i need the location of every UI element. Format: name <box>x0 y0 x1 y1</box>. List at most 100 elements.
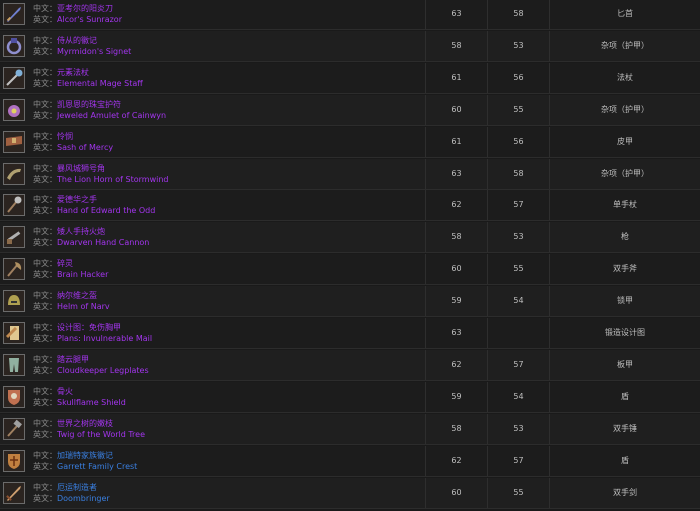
item-name-chinese-link[interactable]: 矮人手持火炮 <box>57 227 105 236</box>
item-cell: 中文：爱德华之手 英文：Hand of Edward the Odd <box>0 190 426 221</box>
english-label: 英文： <box>33 238 57 248</box>
hammer-icon[interactable] <box>3 417 25 440</box>
item-type: 杂项（护甲） <box>601 104 649 114</box>
item-type: 杂项（护甲） <box>601 40 649 50</box>
item-name-chinese-link[interactable]: 爱德华之手 <box>57 195 97 204</box>
item-name-chinese-link[interactable]: 凯恩恩的珠宝护符 <box>57 100 121 109</box>
item-name-chinese-link[interactable]: 踏云腿甲 <box>57 355 89 364</box>
required-level <box>488 318 550 348</box>
item-name-english-link[interactable]: Twig of the World Tree <box>57 430 145 439</box>
item-row[interactable]: 中文：纳尔维之盔 英文：Helm of Narv 59 54 锁甲 <box>0 286 700 318</box>
chinese-label: 中文： <box>33 195 57 205</box>
item-names: 中文：厄运制造者 英文：Doombringer <box>33 482 110 504</box>
sword-icon[interactable] <box>3 481 25 504</box>
item-name-english-link[interactable]: Myrmidon's Signet <box>57 47 131 56</box>
skull-shield-icon[interactable] <box>3 385 25 408</box>
chinese-label: 中文： <box>33 450 57 460</box>
item-row[interactable]: 中文：矮人手持火炮 英文：Dwarven Hand Cannon 58 53 枪 <box>0 222 700 254</box>
item-name-chinese-link[interactable]: 加瑞特家族徽记 <box>57 451 113 460</box>
item-name-english-link[interactable]: Doombringer <box>57 494 110 503</box>
helm-icon[interactable] <box>3 290 25 313</box>
item-name-chinese-link[interactable]: 侍从的徽记 <box>57 36 97 45</box>
axe-icon[interactable] <box>3 258 25 281</box>
required-level: 58 <box>488 0 550 29</box>
item-type: 盾 <box>621 455 629 465</box>
item-row[interactable]: 中文：怜悯 英文：Sash of Mercy 61 56 皮甲 <box>0 126 700 158</box>
item-type: 板甲 <box>617 359 633 369</box>
item-row[interactable]: 中文：暴风城狮号角 英文：The Lion Horn of Stormwind 63… <box>0 158 700 190</box>
legplates-icon[interactable] <box>3 353 25 376</box>
item-level: 60 <box>426 254 488 285</box>
chinese-label: 中文： <box>33 131 57 141</box>
item-name-english-link[interactable]: Dwarven Hand Cannon <box>57 238 149 247</box>
item-name-chinese-link[interactable]: 骨火 <box>57 387 73 396</box>
item-row[interactable]: 中文：碎灵 英文：Brain Hacker 60 55 双手斧 <box>0 254 700 286</box>
item-level: 61 <box>426 62 488 93</box>
item-name-chinese-link[interactable]: 元素法杖 <box>57 68 89 77</box>
horn-icon[interactable] <box>3 162 25 185</box>
item-name-english-link[interactable]: Garrett Family Crest <box>57 462 137 471</box>
english-label: 英文： <box>33 365 57 375</box>
item-row[interactable]: 中文：骨火 英文：Skullflame Shield 59 54 盾 <box>0 381 700 413</box>
crest-shield-icon[interactable] <box>3 449 25 472</box>
required-level: 56 <box>488 62 550 93</box>
item-type: 锁甲 <box>617 296 633 306</box>
item-row[interactable]: 中文：侍从的徽记 英文：Myrmidon's Signet 58 53 杂项（护甲） <box>0 30 700 62</box>
item-row[interactable]: 中文：爱德华之手 英文：Hand of Edward the Odd 62 57 单手杖 <box>0 190 700 222</box>
item-name-chinese-link[interactable]: 厄运制造者 <box>57 483 97 492</box>
item-type: 枪 <box>621 232 629 242</box>
item-names: 中文：踏云腿甲 英文：Cloudkeeper Legplates <box>33 354 149 376</box>
item-level: 58 <box>426 222 488 253</box>
item-name-english-link[interactable]: Alcor's Sunrazor <box>57 15 122 24</box>
mace-icon[interactable] <box>3 194 25 217</box>
item-name-chinese-link[interactable]: 世界之树的嫩枝 <box>57 419 113 428</box>
chinese-label: 中文： <box>33 291 57 301</box>
item-row[interactable]: 中文：设计图：免伤胸甲 英文：Plans: Invulnerable Mail 63… <box>0 318 700 349</box>
item-cell: 中文：侍从的徽记 英文：Myrmidon's Signet <box>0 30 426 61</box>
scroll-icon[interactable] <box>3 322 25 344</box>
item-row[interactable]: 中文：踏云腿甲 英文：Cloudkeeper Legplates 62 57 板甲 <box>0 349 700 381</box>
item-row[interactable]: 中文：亚考尔的阳炎刀 英文：Alcor's Sunrazor 63 58 匕首 <box>0 0 700 30</box>
item-name-english-link[interactable]: The Lion Horn of Stormwind <box>57 175 169 184</box>
english-label: 英文： <box>33 78 57 88</box>
item-name-english-link[interactable]: Elemental Mage Staff <box>57 79 143 88</box>
dagger-icon[interactable] <box>3 3 25 25</box>
item-name-english-link[interactable]: Plans: Invulnerable Mail <box>57 334 152 343</box>
item-name-english-link[interactable]: Sash of Mercy <box>57 143 113 152</box>
item-row[interactable]: 中文：厄运制造者 英文：Doombringer 60 55 双手剑 <box>0 477 700 509</box>
item-names: 中文：爱德华之手 英文：Hand of Edward the Odd <box>33 194 155 216</box>
amulet-icon[interactable] <box>3 98 25 121</box>
item-type: 皮甲 <box>617 136 633 146</box>
item-name-chinese-link[interactable]: 亚考尔的阳炎刀 <box>57 4 113 13</box>
item-row[interactable]: 中文：元素法杖 英文：Elemental Mage Staff 61 56 法杖 <box>0 62 700 94</box>
item-name-chinese-link[interactable]: 怜悯 <box>57 132 73 141</box>
item-name-english-link[interactable]: Brain Hacker <box>57 270 108 279</box>
signet-ring-icon[interactable] <box>3 34 25 57</box>
item-cell: 中文：矮人手持火炮 英文：Dwarven Hand Cannon <box>0 222 426 253</box>
item-row[interactable]: 中文：世界之树的嫩枝 英文：Twig of the World Tree 58 53 双… <box>0 413 700 445</box>
item-name-chinese-link[interactable]: 碎灵 <box>57 259 73 268</box>
staff-icon[interactable] <box>3 66 25 89</box>
item-name-chinese-link[interactable]: 设计图：免伤胸甲 <box>57 323 121 332</box>
item-name-chinese-link[interactable]: 暴风城狮号角 <box>57 164 105 173</box>
english-label: 英文： <box>33 461 57 471</box>
item-level: 61 <box>426 126 488 157</box>
item-cell: 中文：世界之树的嫩枝 英文：Twig of the World Tree <box>0 413 426 444</box>
english-label: 英文： <box>33 15 57 24</box>
item-name-english-link[interactable]: Hand of Edward the Odd <box>57 206 155 215</box>
item-name-english-link[interactable]: Skullflame Shield <box>57 398 126 407</box>
item-names: 中文：骨火 英文：Skullflame Shield <box>33 386 126 408</box>
item-cell: 中文：踏云腿甲 英文：Cloudkeeper Legplates <box>0 349 426 380</box>
item-name-english-link[interactable]: Jeweled Amulet of Cainwyn <box>57 111 166 120</box>
item-names: 中文：加瑞特家族徽记 英文：Garrett Family Crest <box>33 450 137 472</box>
item-cell: 中文：纳尔维之盔 英文：Helm of Narv <box>0 286 426 317</box>
gun-icon[interactable] <box>3 226 25 249</box>
chinese-label: 中文： <box>33 354 57 364</box>
item-name-chinese-link[interactable]: 纳尔维之盔 <box>57 291 97 300</box>
chinese-label: 中文： <box>33 386 57 396</box>
item-name-english-link[interactable]: Cloudkeeper Legplates <box>57 366 149 375</box>
sash-icon[interactable] <box>3 130 25 153</box>
item-row[interactable]: 中文：加瑞特家族徽记 英文：Garrett Family Crest 62 57 盾 <box>0 445 700 477</box>
item-name-english-link[interactable]: Helm of Narv <box>57 302 110 311</box>
item-row[interactable]: 中文：凯恩恩的珠宝护符 英文：Jeweled Amulet of Cainwyn 6… <box>0 94 700 126</box>
